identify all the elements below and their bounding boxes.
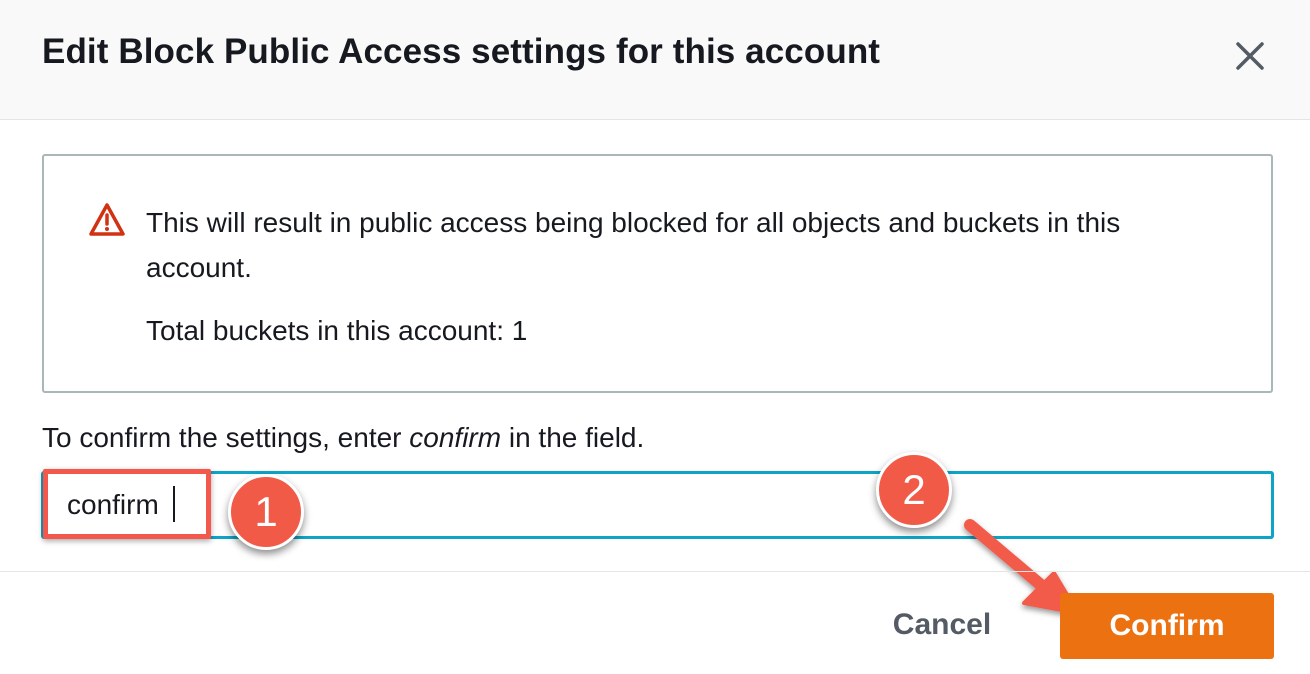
- cancel-button[interactable]: Cancel: [872, 592, 1012, 658]
- close-icon: [1228, 34, 1272, 78]
- edit-block-public-access-modal: Edit Block Public Access settings for th…: [0, 0, 1310, 674]
- close-button[interactable]: [1228, 34, 1272, 78]
- alert-message: This will result in public access being …: [146, 207, 1121, 283]
- label-before: To confirm the settings, enter: [42, 422, 410, 453]
- confirm-text-input[interactable]: [41, 471, 1274, 539]
- confirm-button[interactable]: Confirm: [1060, 593, 1274, 659]
- warning-alert: This will result in public access being …: [42, 154, 1273, 393]
- confirm-instruction-label: To confirm the settings, enter confirm i…: [42, 418, 644, 458]
- bucket-count-text: Total buckets in this account: 1: [146, 315, 528, 346]
- modal-title: Edit Block Public Access settings for th…: [42, 32, 881, 71]
- label-keyword: confirm: [409, 422, 502, 453]
- modal-header: Edit Block Public Access settings for th…: [0, 0, 1310, 120]
- text-caret: [173, 486, 175, 522]
- warning-triangle-icon: [88, 202, 126, 238]
- footer-divider: [0, 571, 1310, 572]
- label-after: in the field.: [501, 422, 645, 453]
